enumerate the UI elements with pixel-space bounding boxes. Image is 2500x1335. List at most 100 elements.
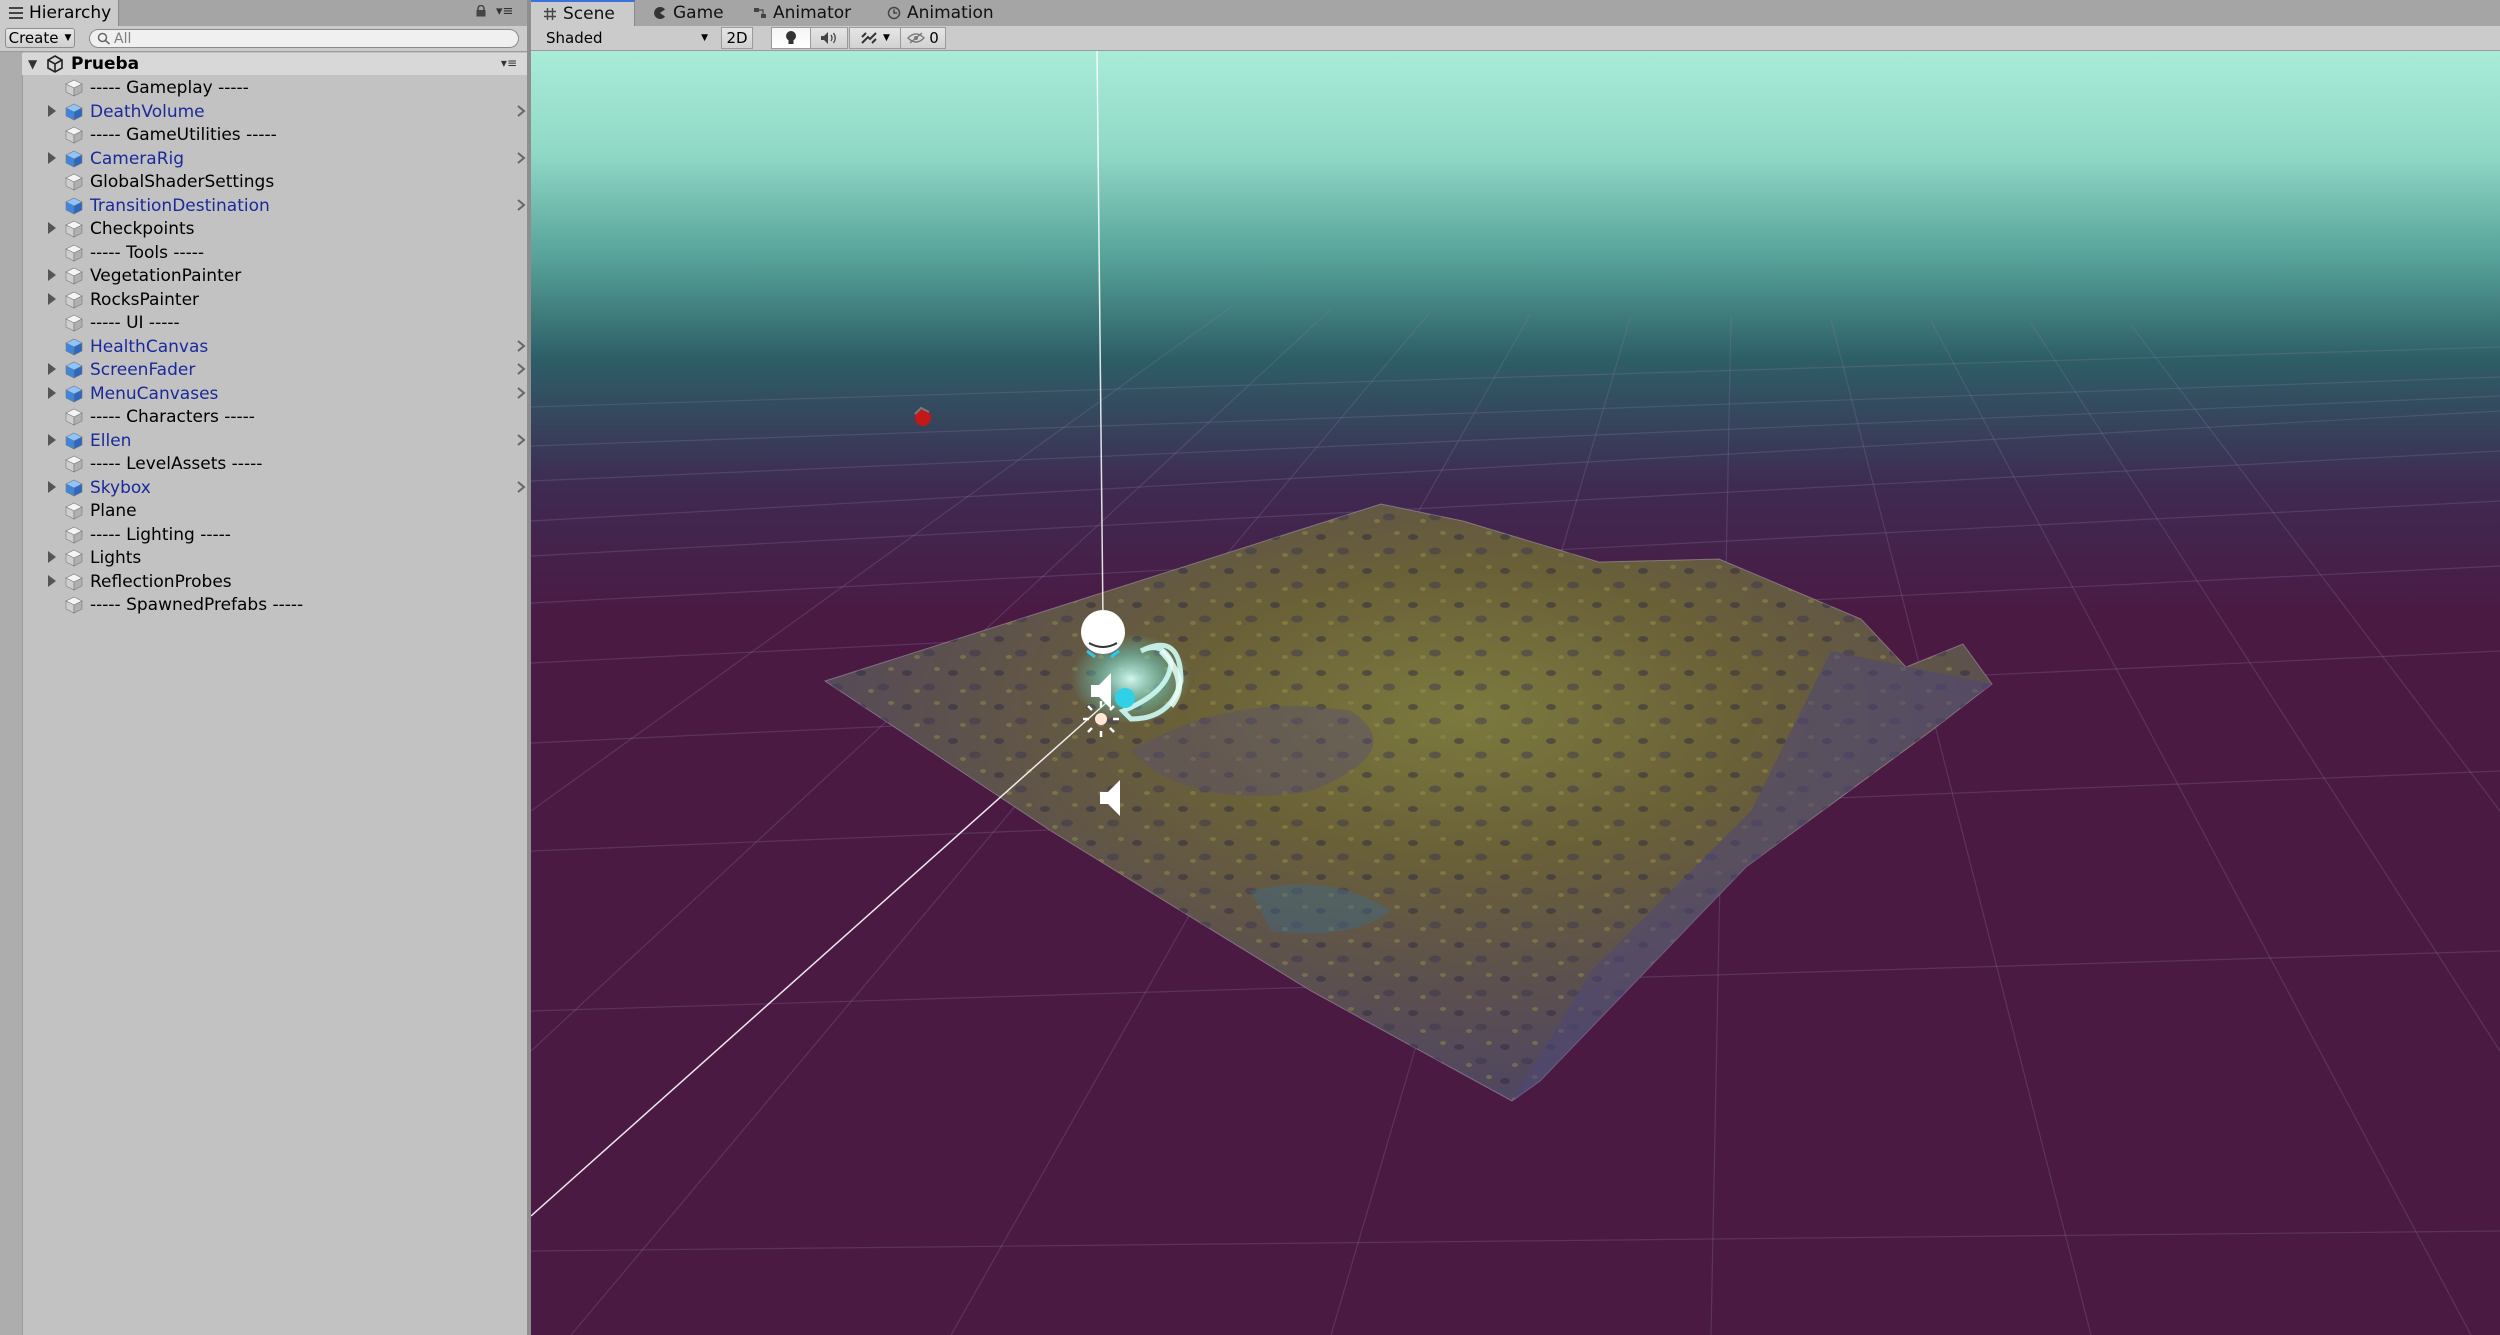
hierarchy-row[interactable]: ----- LevelAssets ----- — [22, 452, 527, 476]
tab-game-label: Game — [673, 3, 724, 23]
hierarchy-row[interactable]: ScreenFader — [22, 358, 527, 382]
gameobject-cube-icon — [65, 314, 83, 332]
foldout-collapsed-icon[interactable] — [48, 269, 56, 281]
hierarchy-row[interactable]: TransitionDestination — [22, 194, 527, 218]
chevron-right-icon[interactable] — [515, 103, 527, 119]
gameobject-cube-icon — [65, 455, 83, 473]
search-input[interactable] — [114, 30, 504, 47]
hierarchy-tab[interactable]: Hierarchy — [0, 0, 119, 26]
create-dropdown-button[interactable]: Create ▼ — [5, 28, 75, 48]
tab-scene[interactable]: Scene — [531, 0, 635, 26]
hierarchy-row-label: Checkpoints — [90, 219, 195, 239]
foldout-collapsed-icon[interactable] — [48, 574, 56, 587]
tab-animator[interactable]: Animator — [753, 0, 851, 26]
hierarchy-row[interactable]: ----- Lighting ----- — [22, 523, 527, 547]
scene-audio-toggle[interactable] — [810, 27, 848, 49]
hierarchy-row[interactable]: ----- SpawnedPrefabs ----- — [22, 593, 527, 617]
tab-animation-label: Animation — [907, 3, 994, 23]
hierarchy-row[interactable]: DeathVolume — [22, 100, 527, 124]
red-object-gizmo[interactable] — [914, 406, 931, 426]
hierarchy-row[interactable]: CameraRig — [22, 147, 527, 171]
hierarchy-row-label: ----- SpawnedPrefabs ----- — [90, 595, 304, 615]
hierarchy-row[interactable]: ----- Characters ----- — [22, 405, 527, 429]
scene-viewport[interactable] — [531, 51, 2500, 1335]
dropdown-arrow-icon: ▼ — [701, 33, 708, 43]
hierarchy-row[interactable]: ----- Tools ----- — [22, 241, 527, 265]
tab-animation[interactable]: Animation — [887, 0, 994, 26]
tab-scene-label: Scene — [563, 4, 615, 24]
foldout-collapsed-icon[interactable] — [48, 104, 56, 117]
grid-icon — [544, 8, 556, 20]
hierarchy-row[interactable]: GlobalShaderSettings — [22, 170, 527, 194]
hierarchy-row-label: HealthCanvas — [90, 336, 209, 357]
chevron-right-icon[interactable] — [515, 197, 527, 213]
scene-effects-dropdown[interactable]: ▼ — [849, 27, 901, 49]
hierarchy-row-label: Skybox — [90, 477, 151, 498]
prefab-cube-icon — [65, 103, 83, 120]
hierarchy-row-label: ----- GameUtilities ----- — [90, 125, 277, 145]
hierarchy-row[interactable]: Lights — [22, 546, 527, 570]
lightbulb-icon — [786, 31, 796, 44]
foldout-collapsed-icon[interactable] — [48, 551, 56, 563]
foldout-collapsed-icon[interactable] — [48, 433, 56, 446]
panel-menu-icon[interactable]: ▾≡ — [496, 4, 518, 20]
hierarchy-row-label: RocksPainter — [90, 289, 200, 310]
hierarchy-row[interactable]: Checkpoints — [22, 217, 527, 241]
hierarchy-row[interactable]: ----- Gameplay ----- — [22, 76, 527, 100]
hidden-objects-toggle[interactable]: 0 — [900, 27, 946, 49]
foldout-collapsed-icon[interactable] — [48, 363, 56, 375]
hierarchy-row[interactable]: HealthCanvas — [22, 335, 527, 359]
foldout-collapsed-icon[interactable] — [48, 386, 56, 399]
hierarchy-row[interactable]: MenuCanvases — [22, 382, 527, 406]
hierarchy-row-label: ReflectionProbes — [90, 571, 232, 592]
scene-lighting-toggle[interactable] — [771, 27, 811, 49]
shading-mode-dropdown[interactable]: Shaded ▼ — [536, 27, 714, 49]
foldout-collapsed-icon[interactable] — [48, 480, 56, 493]
hierarchy-row[interactable]: ReflectionProbes — [22, 570, 527, 594]
hierarchy-row[interactable]: VegetationPainter — [22, 264, 527, 288]
create-label: Create — [8, 29, 59, 47]
hierarchy-row[interactable]: Ellen — [22, 429, 527, 453]
tab-game[interactable]: Game — [653, 0, 724, 26]
chevron-right-icon[interactable] — [515, 338, 527, 354]
hierarchy-row[interactable]: ----- GameUtilities ----- — [22, 123, 527, 147]
chevron-right-icon[interactable] — [515, 150, 527, 166]
scene-root-row[interactable]: ▼ Prueba ▾≡ — [22, 53, 527, 75]
scene-toolbar: Shaded ▼ 2D ▼ 0 — [531, 26, 2500, 51]
hierarchy-panel: Hierarchy ▾≡ Create ▼ ▼ Prueba ▾≡ — [0, 0, 527, 1335]
chevron-right-icon[interactable] — [515, 361, 527, 377]
hierarchy-row-label: DeathVolume — [90, 101, 205, 122]
hierarchy-gutter — [0, 52, 23, 1335]
hierarchy-row[interactable]: RocksPainter — [22, 288, 527, 312]
scene-menu-icon[interactable]: ▾≡ — [501, 56, 517, 70]
hierarchy-row[interactable]: Skybox — [22, 476, 527, 500]
list-icon — [9, 7, 23, 19]
hierarchy-row[interactable]: Plane — [22, 499, 527, 523]
effects-icon — [861, 32, 877, 44]
gameobject-cube-icon — [65, 244, 83, 261]
hierarchy-search-box[interactable] — [89, 29, 519, 48]
foldout-collapsed-icon[interactable] — [48, 222, 56, 234]
foldout-collapsed-icon[interactable] — [48, 151, 56, 164]
gameobject-cube-icon — [65, 173, 83, 191]
foldout-expanded-icon[interactable]: ▼ — [28, 57, 38, 71]
scene-name: Prueba — [71, 54, 140, 74]
chevron-right-icon[interactable] — [515, 385, 527, 401]
chevron-right-icon[interactable] — [515, 479, 527, 495]
hierarchy-row-label: Ellen — [90, 430, 132, 451]
gameobject-cube-icon — [65, 549, 83, 567]
hierarchy-list: ----- Gameplay ----- DeathVolume ----- Gam… — [22, 76, 527, 617]
mode-2d-button[interactable]: 2D — [721, 27, 753, 49]
chevron-right-icon[interactable] — [515, 432, 527, 448]
hierarchy-row-label: MenuCanvases — [90, 383, 219, 404]
prefab-cube-icon — [65, 432, 83, 449]
hidden-count: 0 — [929, 29, 939, 47]
gameobject-cube-icon — [65, 79, 83, 97]
light-gizmo[interactable] — [1083, 701, 1119, 737]
foldout-collapsed-icon[interactable] — [48, 292, 56, 305]
hierarchy-row[interactable]: ----- UI ----- — [22, 311, 527, 335]
prefab-cube-icon — [65, 385, 83, 402]
prefab-cube-icon — [65, 338, 83, 355]
lock-icon[interactable] — [475, 5, 487, 17]
speaker-icon — [821, 32, 836, 44]
